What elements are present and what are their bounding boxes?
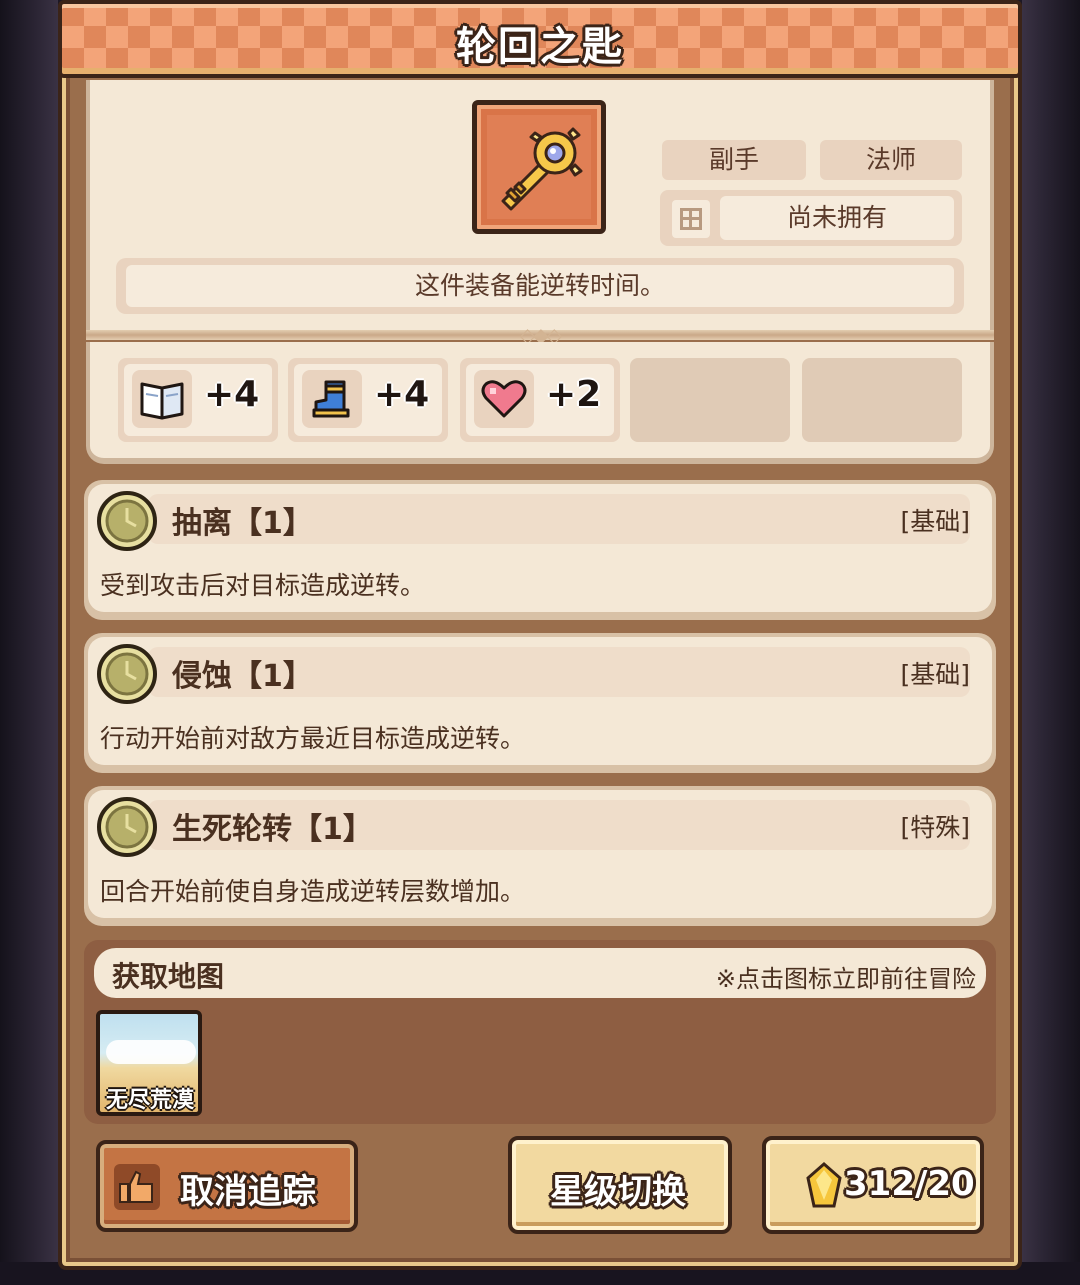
ownership-label: 尚未拥有 bbox=[720, 196, 954, 240]
skill-description: 回合开始前使自身造成逆转层数增加。 bbox=[100, 877, 526, 906]
cancel-track-button[interactable]: 取消追踪 bbox=[96, 1140, 358, 1232]
star-switch-label: 星级切换 bbox=[550, 1172, 686, 1212]
stat-slot: +4 bbox=[288, 358, 448, 442]
upgrade-cost-button[interactable]: 312/20 bbox=[762, 1136, 984, 1234]
stat-value: +2 bbox=[546, 374, 602, 415]
clock-coin-icon bbox=[97, 644, 157, 704]
clock-coin-icon bbox=[97, 797, 157, 857]
skill-card[interactable]: 生死轮转【1】 [特殊] 回合开始前使自身造成逆转层数增加。 bbox=[84, 786, 996, 926]
skill-description: 受到攻击后对目标造成逆转。 bbox=[100, 571, 426, 600]
book-icon bbox=[140, 382, 184, 420]
gold-gem-icon bbox=[806, 1162, 842, 1208]
golden-key-icon bbox=[501, 127, 583, 211]
background-right bbox=[1022, 0, 1080, 1285]
map-name: 无尽荒漠 bbox=[105, 1088, 194, 1113]
stat-slot-empty bbox=[802, 358, 962, 442]
stat-value: +4 bbox=[374, 374, 430, 415]
skill-type: [基础] bbox=[900, 507, 970, 536]
clock-coin-icon bbox=[97, 491, 157, 551]
acquire-map-title: 获取地图 bbox=[112, 960, 225, 993]
background-left bbox=[0, 0, 58, 1285]
skill-name: 侵蚀【1】 bbox=[172, 659, 313, 694]
boot-icon bbox=[312, 380, 350, 418]
stat-slot: +2 bbox=[460, 358, 620, 442]
thumbs-up-icon bbox=[114, 1164, 160, 1210]
inventory-grid-icon bbox=[672, 200, 710, 238]
title-bar: 轮回之匙 bbox=[58, 0, 1022, 78]
acquire-map-hint: ※点击图标立即前往冒险 bbox=[715, 965, 976, 993]
skill-card[interactable]: 侵蚀【1】 [基础] 行动开始前对敌方最近目标造成逆转。 bbox=[84, 633, 996, 773]
tag-class: 法师 bbox=[820, 140, 962, 180]
skill-card[interactable]: 抽离【1】 [基础] 受到攻击后对目标造成逆转。 bbox=[84, 480, 996, 620]
skill-name: 生死轮转【1】 bbox=[172, 812, 373, 847]
cost-label: 312/20 bbox=[844, 1164, 975, 1204]
stat-slot: +4 bbox=[118, 358, 278, 442]
star-switch-button[interactable]: 星级切换 bbox=[508, 1136, 732, 1234]
item-description: 这件装备能逆转时间。 bbox=[126, 265, 954, 307]
item-icon-frame bbox=[472, 100, 606, 234]
skill-type: [基础] bbox=[900, 660, 970, 689]
tag-slot: 副手 bbox=[662, 140, 806, 180]
heart-icon bbox=[481, 380, 527, 418]
skill-description: 行动开始前对敌方最近目标造成逆转。 bbox=[100, 724, 526, 753]
skill-name: 抽离【1】 bbox=[172, 506, 313, 541]
skill-type: [特殊] bbox=[900, 813, 970, 842]
stat-value: +4 bbox=[204, 374, 260, 415]
item-title: 轮回之匙 bbox=[456, 24, 624, 70]
cancel-track-label: 取消追踪 bbox=[180, 1172, 316, 1212]
stat-slot-empty bbox=[630, 358, 790, 442]
